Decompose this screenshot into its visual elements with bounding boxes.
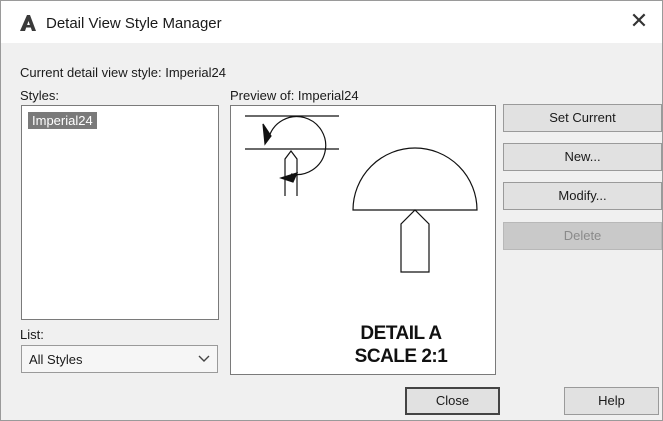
close-window-button[interactable]: ✕ [616, 1, 662, 43]
detail-caption-line1: DETAIL A [360, 323, 442, 344]
list-label: List: [20, 327, 44, 342]
style-preview-pane: DETAIL A SCALE 2:1 [230, 105, 496, 375]
autocad-a-icon [20, 15, 36, 31]
detail-view-symbol [352, 147, 478, 273]
detail-caption: DETAIL A SCALE 2:1 [341, 322, 461, 368]
title-bar: Detail View Style Manager ✕ [1, 1, 662, 43]
styles-listbox[interactable]: Imperial24 [21, 105, 219, 320]
window-title: Detail View Style Manager [46, 15, 222, 32]
delete-button[interactable]: Delete [503, 222, 662, 250]
styles-label: Styles: [20, 88, 60, 103]
modify-button[interactable]: Modify... [503, 182, 662, 210]
style-item-imperial24[interactable]: Imperial24 [28, 112, 97, 129]
new-button[interactable]: New... [503, 143, 662, 171]
chevron-down-icon [198, 355, 210, 362]
current-style-label: Current detail view style: Imperial24 [20, 65, 226, 80]
detail-view-style-manager-dialog: Detail View Style Manager ✕ Current deta… [0, 0, 663, 421]
list-filter-value: All Styles [29, 352, 83, 367]
help-button[interactable]: Help [564, 387, 659, 415]
close-button[interactable]: Close [405, 387, 500, 415]
list-filter-dropdown[interactable]: All Styles [21, 345, 218, 373]
detail-callout-symbol [245, 115, 339, 196]
detail-caption-line2: SCALE 2:1 [354, 346, 448, 367]
set-current-button[interactable]: Set Current [503, 104, 662, 132]
preview-label: Preview of: Imperial24 [230, 88, 359, 103]
